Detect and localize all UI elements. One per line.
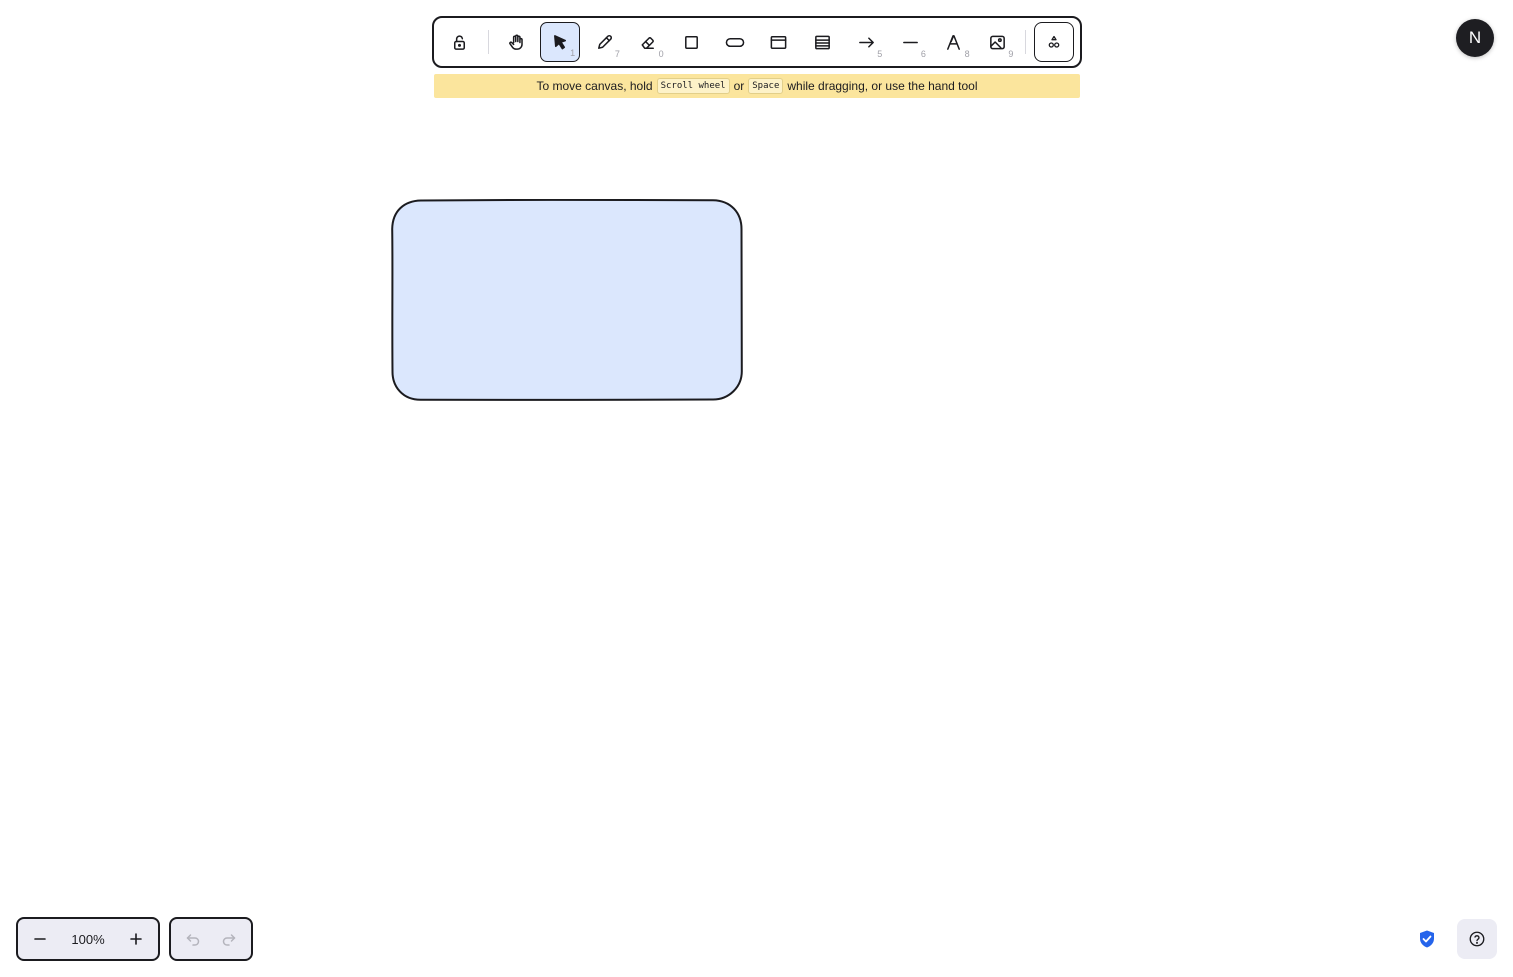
main-toolbar: 1 7 0 5 6 8 9 [432, 16, 1082, 68]
rounded-rectangle-shape[interactable] [391, 199, 743, 401]
arrow-tool-button[interactable]: 5 [846, 22, 886, 62]
selection-tool-button[interactable]: 1 [540, 22, 581, 62]
user-avatar[interactable]: N [1456, 19, 1494, 57]
zoom-in-button[interactable] [120, 923, 152, 955]
rectangle-tool-button[interactable] [672, 22, 712, 62]
question-icon [1469, 931, 1485, 947]
help-button[interactable] [1457, 919, 1497, 959]
drawing-canvas[interactable]: 1 7 0 5 6 8 9 To move canvas, hold Scrol… [0, 0, 1513, 977]
rounded-rectangle-tool-button[interactable] [715, 22, 755, 62]
image-icon [990, 35, 1005, 49]
hint-key-scroll-wheel: Scroll wheel [656, 78, 730, 94]
toolbar-divider [1025, 30, 1027, 54]
redo-icon [222, 934, 236, 946]
shortcut-key: 9 [1008, 49, 1014, 59]
draw-tool-button[interactable]: 7 [584, 22, 624, 62]
shortcut-key: 0 [658, 49, 664, 59]
hint-prefix: To move canvas, hold [536, 79, 653, 93]
undo-icon [186, 934, 200, 946]
square-icon [685, 35, 698, 49]
eraser-icon [641, 36, 655, 49]
shortcut-key: 1 [570, 48, 576, 58]
toolbar-divider [487, 30, 489, 54]
arrow-right-icon [858, 36, 874, 48]
shortcut-key: 6 [920, 49, 926, 59]
pill-icon [725, 37, 745, 47]
zoom-controls: 100% [16, 917, 160, 961]
redo-button[interactable] [213, 923, 245, 955]
shortcut-key: 8 [964, 49, 970, 59]
hint-key-space: Space [748, 78, 784, 94]
line-icon [902, 41, 918, 43]
image-tool-button[interactable]: 9 [978, 22, 1018, 62]
hint-middle: or [733, 79, 745, 93]
plus-icon [130, 933, 142, 945]
hand-icon [509, 34, 523, 50]
line-tool-button[interactable]: 6 [890, 22, 930, 62]
rectangle-body [391, 199, 743, 401]
table-icon [815, 35, 831, 49]
more-tools-button[interactable] [1034, 22, 1075, 62]
eraser-tool-button[interactable]: 0 [628, 22, 668, 62]
unlock-icon [454, 34, 466, 50]
table-tool-button[interactable] [803, 22, 843, 62]
undo-button[interactable] [177, 923, 209, 955]
window-icon [771, 35, 787, 49]
lock-tool-button[interactable] [440, 22, 480, 62]
zoom-level[interactable]: 100% [71, 932, 104, 947]
shapes-icon [1048, 35, 1060, 48]
hand-tool-button[interactable] [497, 22, 537, 62]
pointer-icon [553, 34, 566, 49]
hint-banner: To move canvas, hold Scroll wheel or Spa… [434, 74, 1080, 98]
shield-check-icon[interactable] [1416, 928, 1438, 950]
history-controls [169, 917, 253, 961]
pencil-icon [597, 34, 612, 49]
hint-suffix: while dragging, or use the hand tool [787, 79, 978, 93]
minus-icon [34, 938, 46, 940]
frame-tool-button[interactable] [759, 22, 799, 62]
text-tool-button[interactable]: 8 [934, 22, 974, 62]
text-icon [947, 34, 961, 50]
shortcut-key: 7 [614, 49, 620, 59]
zoom-out-button[interactable] [24, 923, 56, 955]
shortcut-key: 5 [877, 49, 883, 59]
